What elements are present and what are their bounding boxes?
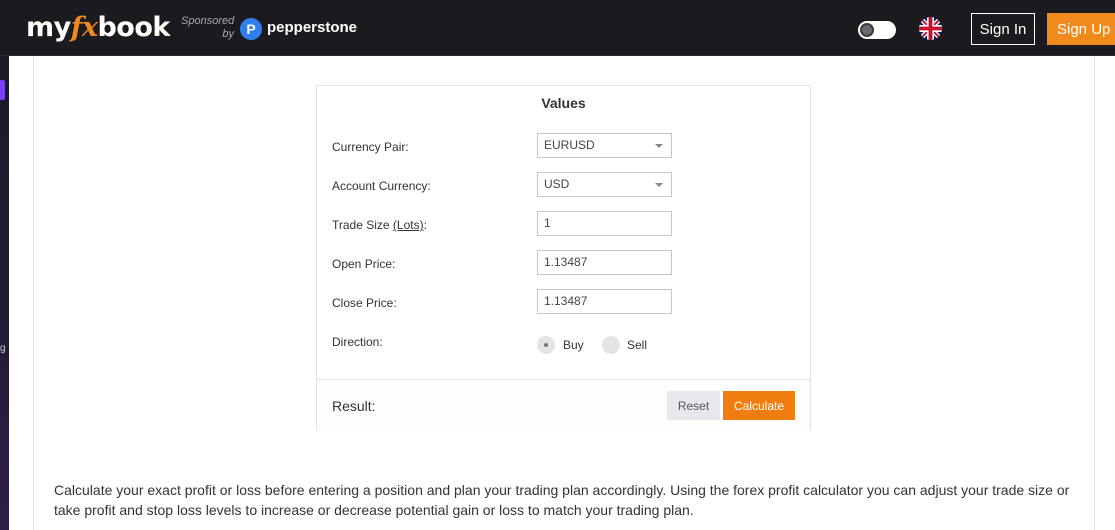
close-price-label: Close Price: xyxy=(332,296,397,310)
sidebar-active-indicator[interactable] xyxy=(0,80,5,100)
reset-button[interactable]: Reset xyxy=(667,391,720,420)
buy-radio[interactable] xyxy=(537,336,555,354)
top-navbar: myfxbook Sponsored by P pepperstone Sign… xyxy=(0,0,1115,56)
sign-up-button[interactable]: Sign Up xyxy=(1047,13,1115,45)
logo-text-my: my xyxy=(26,12,71,43)
sign-in-button[interactable]: Sign In xyxy=(971,13,1035,45)
sponsored-by-text: Sponsored by xyxy=(181,15,234,41)
theme-toggle-icon[interactable] xyxy=(858,21,896,39)
chevron-down-icon xyxy=(655,144,663,148)
calculator-description: Calculate your exact profit or loss befo… xyxy=(54,482,1070,518)
currency-pair-value: EURUSD xyxy=(544,138,595,152)
by-line: by xyxy=(222,28,234,40)
sidebar-partial-text: g xyxy=(0,343,6,354)
trade-size-value: 1 xyxy=(544,216,551,230)
sponsored-line: Sponsored xyxy=(181,15,235,27)
open-price-label: Open Price: xyxy=(332,257,396,271)
trade-size-label: Trade Size (Lots): xyxy=(332,218,427,232)
trade-size-label-text: Trade Size xyxy=(332,218,393,232)
account-currency-select[interactable]: USD xyxy=(537,172,672,197)
account-currency-label: Account Currency: xyxy=(332,179,431,193)
uk-flag-icon[interactable] xyxy=(919,17,942,40)
card-title: Values xyxy=(541,95,586,111)
sell-radio-label[interactable]: Sell xyxy=(627,338,647,352)
chevron-down-icon xyxy=(655,183,663,187)
lots-link[interactable]: (Lots) xyxy=(393,218,424,232)
buy-radio-label[interactable]: Buy xyxy=(563,338,584,352)
close-price-input[interactable]: 1.13487 xyxy=(537,289,672,314)
sell-radio[interactable] xyxy=(602,336,620,354)
result-label: Result: xyxy=(332,398,376,414)
calculate-button[interactable]: Calculate xyxy=(723,391,795,420)
close-price-value: 1.13487 xyxy=(544,294,588,308)
trade-size-label-colon: : xyxy=(423,218,427,232)
account-currency-value: USD xyxy=(544,177,570,191)
currency-pair-select[interactable]: EURUSD xyxy=(537,133,672,158)
logo-text-book: book xyxy=(97,12,170,43)
open-price-value: 1.13487 xyxy=(544,255,588,269)
left-sidebar: g xyxy=(0,56,9,530)
myfxbook-logo[interactable]: myfxbook xyxy=(26,12,170,43)
profit-calculator-card: Values Currency Pair: EURUSD Account Cur… xyxy=(316,85,811,430)
pepperstone-icon[interactable]: P xyxy=(240,18,262,40)
trade-size-input[interactable]: 1 xyxy=(537,211,672,236)
toggle-knob xyxy=(860,23,874,37)
direction-label: Direction: xyxy=(332,335,383,349)
sponsor-name[interactable]: pepperstone xyxy=(267,19,357,36)
open-price-input[interactable]: 1.13487 xyxy=(537,250,672,275)
currency-pair-label: Currency Pair: xyxy=(332,140,409,154)
logo-text-fx: fx xyxy=(70,12,98,43)
result-bar: Result: Reset Calculate xyxy=(317,379,810,430)
